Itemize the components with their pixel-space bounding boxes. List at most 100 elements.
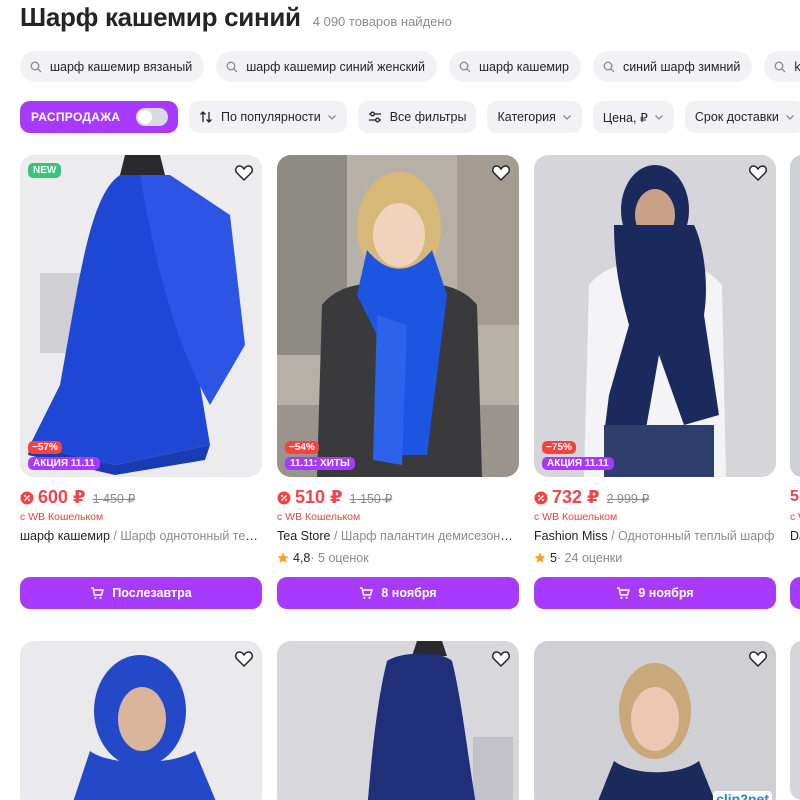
- sort-icon: [200, 111, 212, 123]
- discount-badge: −54%: [285, 441, 319, 454]
- add-to-cart-button[interactable]: 9 ноября: [534, 577, 776, 609]
- sale-switch[interactable]: [136, 108, 168, 126]
- delivery-date: 9 ноября: [638, 586, 694, 600]
- chip-label: синий шарф зимний: [622, 59, 741, 74]
- search-icon: [774, 61, 786, 72]
- all-filters-label: Все фильтры: [389, 110, 467, 124]
- promo-badge: АКЦИЯ 11.11: [542, 457, 614, 470]
- heart-icon[interactable]: [748, 649, 768, 669]
- old-price: 2 999 ₽: [606, 492, 650, 506]
- cart-icon: [617, 587, 631, 599]
- old-price: 1 150 ₽: [349, 492, 393, 506]
- price: 732 ₽: [552, 487, 600, 507]
- search-icon: [226, 61, 238, 72]
- reviews-count: · 24 оценки: [556, 551, 623, 565]
- price-filter-button[interactable]: Цена, ₽: [592, 101, 674, 133]
- product-name[interactable]: Tea Store / Шарф палантин демисезонный: [277, 529, 519, 543]
- model-photo: [534, 641, 776, 800]
- suggestion-chip[interactable]: шарф кашемир вязаный: [20, 51, 205, 82]
- rating: 5 · 24 оценки: [534, 551, 622, 565]
- brand: Fashion Miss: [534, 529, 608, 543]
- all-filters-button[interactable]: Все фильтры: [357, 101, 477, 133]
- heart-icon[interactable]: [491, 649, 511, 669]
- product-title: / Шарф палантин демисезонный: [330, 529, 519, 543]
- delivery-filter-button[interactable]: Срок доставки: [684, 101, 800, 133]
- reviews-count: · 5 оценок: [310, 551, 369, 565]
- promo-badge: 11.11: ХИТЫ: [285, 457, 355, 470]
- page-title: Шарф кашемир синий: [20, 2, 301, 32]
- suggestion-chip[interactable]: синий шарф зимний: [592, 51, 753, 82]
- chip-label: шарф кашемир вязаный: [50, 59, 193, 74]
- product-image[interactable]: −75% АКЦИЯ 11.11: [534, 155, 776, 477]
- brand: Tea Store: [277, 529, 331, 543]
- rating: 4,8 · 5 оценок: [277, 551, 369, 565]
- scarf-photo: [277, 641, 519, 800]
- search-icon: [603, 61, 615, 72]
- chip-label: шарф кашемир синий женский: [246, 59, 426, 74]
- suggestion-chip[interactable]: kitk: [764, 51, 800, 82]
- suggestion-chip[interactable]: шарф кашемир синий женский: [216, 51, 438, 82]
- model-photo: [534, 155, 776, 477]
- scarf-photo: [20, 155, 262, 477]
- price: 510 ₽: [295, 487, 343, 507]
- category-filter-button[interactable]: Категория: [487, 101, 582, 133]
- suggestion-chip[interactable]: шарф кашемир: [449, 51, 581, 82]
- product-image[interactable]: NEW −57% АКЦИЯ 11.11: [20, 155, 262, 477]
- chip-label: kitk: [794, 59, 800, 74]
- partial-wallet-note: с W: [790, 511, 800, 523]
- wallet-note: с WB Кошельком: [20, 511, 104, 523]
- price-row: 510 ₽ 1 150 ₽: [277, 487, 392, 508]
- category-label: Категория: [497, 110, 556, 124]
- wallet-discount-icon: [277, 491, 291, 504]
- old-price: 1 450 ₽: [92, 492, 136, 506]
- chevron-down-icon: [562, 115, 571, 120]
- delivery-label: Срок доставки: [694, 110, 779, 124]
- product-card-partial-image[interactable]: [790, 155, 800, 477]
- partial-cart-button[interactable]: [790, 577, 800, 609]
- heart-icon[interactable]: [748, 163, 768, 183]
- price-row: 600 ₽ 1 450 ₽: [20, 487, 135, 508]
- partial-product-image[interactable]: [790, 641, 800, 800]
- product-name[interactable]: шарф кашемир / Шарф однотонный теплый: [20, 529, 262, 543]
- wallet-discount-icon: [20, 491, 34, 504]
- model-photo: [277, 155, 519, 477]
- sale-label: РАСПРОДАЖА: [31, 110, 121, 124]
- product-title: / Шарф однотонный теплый: [109, 529, 262, 543]
- discount-badge: −75%: [542, 441, 576, 454]
- wallet-note: с WB Кошельком: [277, 511, 361, 523]
- product-name[interactable]: Fashion Miss / Однотонный теплый шарф: [534, 529, 776, 543]
- heart-icon[interactable]: [234, 163, 254, 183]
- rating-value: 4,8: [293, 551, 311, 565]
- product-card[interactable]: clip2net: [534, 641, 776, 800]
- add-to-cart-button[interactable]: Послезавтра: [20, 577, 262, 609]
- wallet-discount-icon: [534, 491, 548, 504]
- rating-value: 5: [550, 551, 557, 565]
- product-card[interactable]: [20, 641, 262, 800]
- heart-icon[interactable]: [234, 649, 254, 669]
- brand: шарф кашемир: [20, 529, 110, 543]
- product-card[interactable]: [277, 641, 519, 800]
- promo-badge: АКЦИЯ 11.11: [28, 457, 100, 470]
- switch-knob: [138, 110, 152, 124]
- filter-bar: РАСПРОДАЖА По популярности Все фильтры К…: [20, 101, 800, 133]
- partial-price: 5: [790, 488, 799, 505]
- price: 600 ₽: [38, 487, 86, 507]
- sale-toggle-button[interactable]: РАСПРОДАЖА: [20, 101, 178, 133]
- search-icon: [459, 61, 471, 72]
- cart-icon: [360, 587, 374, 599]
- suggestion-chips: шарф кашемир вязаный шарф кашемир синий …: [20, 51, 800, 82]
- heart-icon[interactable]: [491, 163, 511, 183]
- filter-sliders-icon: [368, 111, 381, 123]
- add-to-cart-button[interactable]: 8 ноября: [277, 577, 519, 609]
- discount-badge: −57%: [28, 441, 62, 454]
- page-header: Шарф кашемир синий 4 090 товаров найдено: [20, 2, 452, 34]
- delivery-date: Послезавтра: [112, 586, 192, 600]
- cart-icon: [91, 587, 105, 599]
- sort-button[interactable]: По популярности: [189, 101, 347, 133]
- watermark-logo: clip2net: [713, 791, 772, 800]
- new-badge: NEW: [28, 163, 62, 178]
- product-image[interactable]: −54% 11.11: ХИТЫ: [277, 155, 519, 477]
- chevron-down-icon: [785, 115, 794, 120]
- price-label: Цена, ₽: [602, 110, 648, 125]
- delivery-date: 8 ноября: [381, 586, 437, 600]
